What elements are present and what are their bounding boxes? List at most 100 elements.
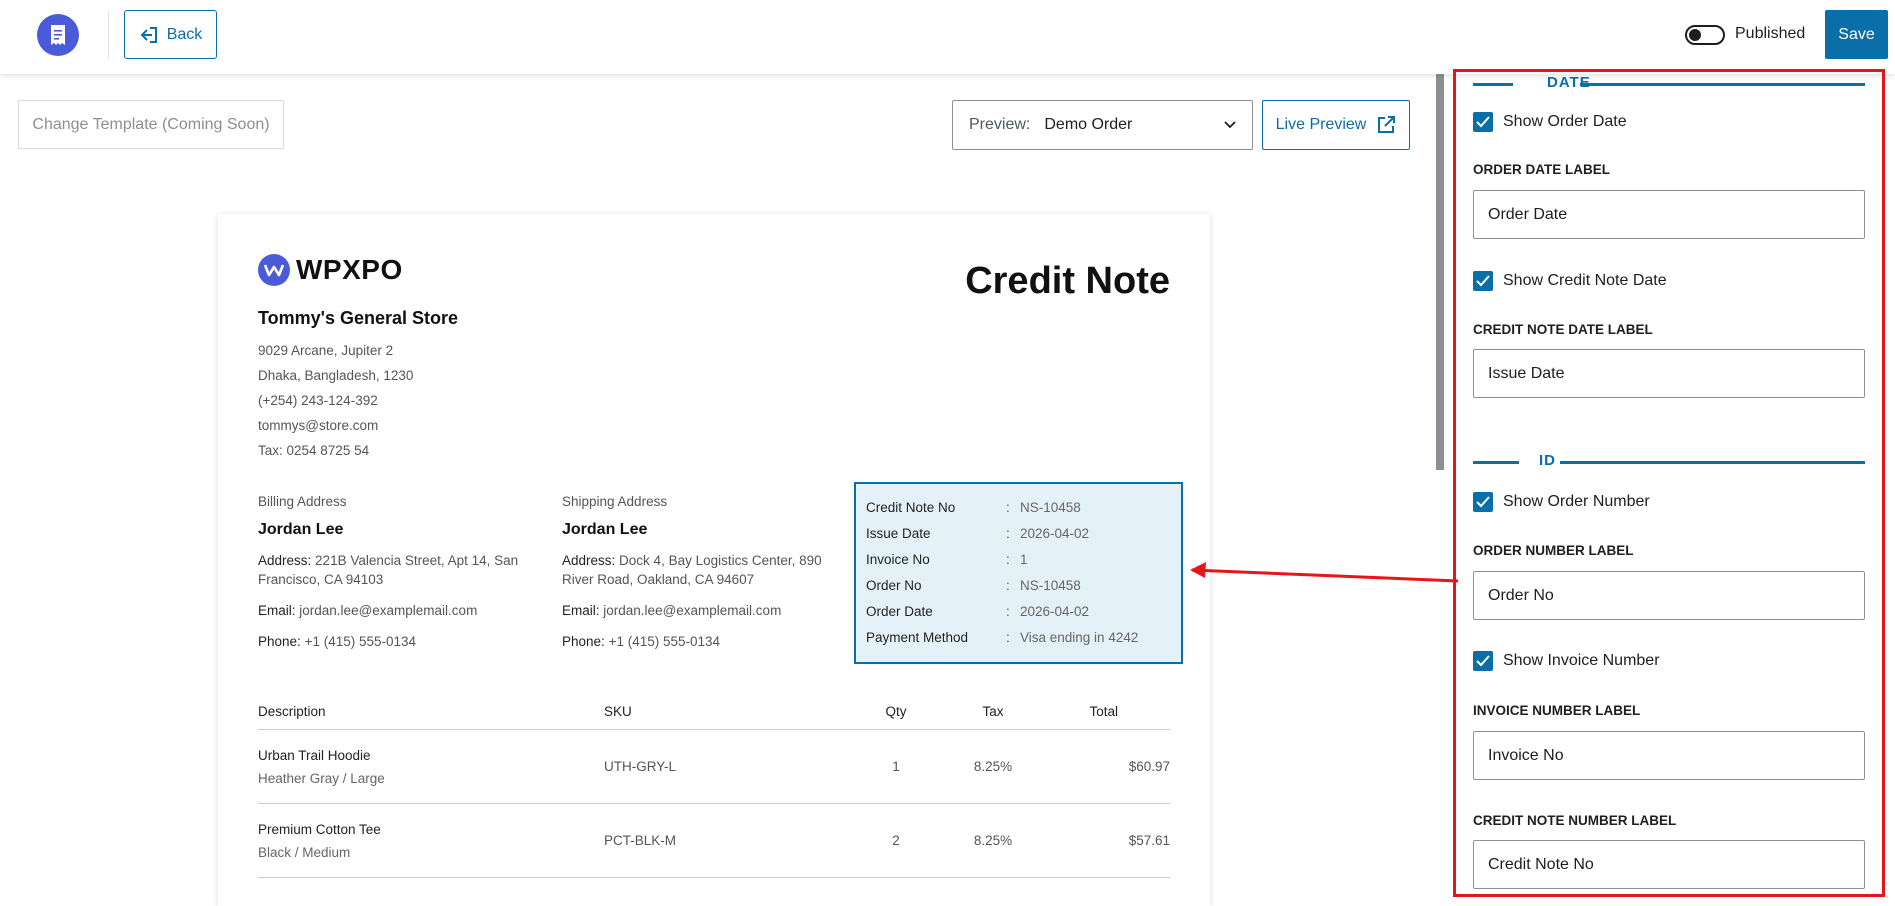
- change-template-button[interactable]: Change Template (Coming Soon): [18, 100, 284, 149]
- document-meta-box[interactable]: Credit Note No: NS-10458 Issue Date:2026-…: [854, 482, 1183, 664]
- email-value: jordan.lee@examplemail.com: [603, 603, 782, 618]
- brand-name: WPXPO: [296, 254, 403, 285]
- heading-line: [1473, 461, 1519, 464]
- phone-value: +1 (415) 555-0134: [304, 634, 417, 649]
- item-sku: PCT-BLK-M: [604, 833, 677, 848]
- back-arrow-icon: [140, 26, 157, 43]
- meta-key: Order No: [866, 577, 922, 593]
- item-description: Premium Cotton Tee Black / Medium: [258, 822, 604, 860]
- credit-note-date-label-title: CREDIT NOTE DATE LABEL: [1473, 322, 1653, 337]
- meta-key: Issue Date: [866, 525, 931, 541]
- top-bar: Back Published Save: [0, 0, 1895, 74]
- save-button[interactable]: Save: [1825, 10, 1888, 59]
- checkbox-checked-icon[interactable]: [1473, 651, 1493, 671]
- shipping-email-line: Email: jordan.lee@examplemail.com: [562, 601, 842, 620]
- shipping-address-line: Address: Dock 4, Bay Logistics Center, 8…: [562, 551, 842, 589]
- checkbox-checked-icon[interactable]: [1473, 492, 1493, 512]
- store-line: Tax: 0254 8725 54: [258, 443, 370, 458]
- canvas-scrollbar[interactable]: [1436, 74, 1444, 470]
- billing-phone-line: Phone: +1 (415) 555-0134: [258, 632, 538, 651]
- billing-address: Billing Address Jordan Lee Address: 221B…: [258, 494, 538, 651]
- item-tax: 8.25%: [973, 759, 1013, 774]
- show-order-date-checkbox[interactable]: Show Order Date: [1473, 112, 1627, 132]
- header-tax: Tax: [982, 704, 1004, 719]
- published-toggle[interactable]: [1685, 25, 1725, 45]
- billing-name: Jordan Lee: [258, 521, 344, 538]
- invoice-number-label-input[interactable]: Invoice No: [1473, 731, 1865, 780]
- checkbox-label: Show Order Date: [1503, 113, 1627, 130]
- meta-value: 1: [1020, 551, 1028, 567]
- meta-sep: :: [1006, 551, 1010, 567]
- meta-sep: :: [1006, 577, 1010, 593]
- header-sku: SKU: [604, 704, 632, 719]
- receipt-icon[interactable]: [37, 14, 79, 56]
- live-preview-button[interactable]: Live Preview: [1262, 100, 1410, 150]
- editor-canvas: Change Template (Coming Soon) Preview: D…: [0, 74, 1432, 906]
- order-date-label-title: ORDER DATE LABEL: [1473, 162, 1610, 177]
- checkbox-checked-icon[interactable]: [1473, 271, 1493, 291]
- item-name: Premium Cotton Tee: [258, 821, 381, 837]
- meta-sep: :: [1006, 499, 1010, 515]
- meta-row: Order Date:2026-04-02: [866, 598, 1171, 624]
- document-title: Credit Note: [965, 260, 1170, 302]
- credit-note-number-label-input[interactable]: Credit Note No: [1473, 840, 1865, 889]
- preview-label: Preview:: [969, 116, 1031, 133]
- item-description: Urban Trail Hoodie Heather Gray / Large: [258, 748, 604, 786]
- email-value: jordan.lee@examplemail.com: [299, 603, 478, 618]
- invoice-number-label-title: INVOICE NUMBER LABEL: [1473, 703, 1641, 718]
- items-header: Description SKU Qty Tax Total: [258, 694, 1170, 730]
- store-details: 9029 Arcane, Jupiter 2 Dhaka, Bangladesh…: [258, 338, 413, 463]
- billing-email-line: Email: jordan.lee@examplemail.com: [258, 601, 538, 620]
- order-date-label-input[interactable]: Order Date: [1473, 190, 1865, 239]
- meta-row: Issue Date:2026-04-02: [866, 520, 1171, 546]
- back-label: Back: [166, 25, 203, 43]
- preview-value: Demo Order: [1044, 116, 1133, 133]
- settings-panel: DATE Show Order Date ORDER DATE LABEL Or…: [1453, 74, 1895, 906]
- item-qty: 1: [892, 759, 900, 774]
- credit-note-document: WPXPO Credit Note Tommy's General Store …: [218, 214, 1210, 906]
- store-line: (+254) 243-124-392: [258, 393, 378, 408]
- email-label: Email:: [258, 603, 296, 618]
- show-order-number-checkbox[interactable]: Show Order Number: [1473, 492, 1650, 512]
- heading-line: [1580, 83, 1865, 86]
- phone-value: +1 (415) 555-0134: [608, 634, 721, 649]
- header-qty: Qty: [885, 704, 907, 719]
- section-title: ID: [1539, 452, 1556, 469]
- header-total: Total: [1089, 704, 1118, 719]
- credit-note-date-label-input[interactable]: Issue Date: [1473, 349, 1865, 398]
- meta-value: 2026-04-02: [1020, 603, 1090, 619]
- item-tax: 8.25%: [973, 833, 1013, 848]
- meta-key: Credit Note No: [866, 499, 956, 515]
- show-credit-note-date-checkbox[interactable]: Show Credit Note Date: [1473, 271, 1667, 291]
- item-variant: Black / Medium: [258, 844, 351, 860]
- meta-key: Payment Method: [866, 629, 969, 645]
- published-label: Published: [1735, 25, 1806, 42]
- section-heading-id: ID: [1473, 452, 1865, 472]
- divider: [108, 10, 109, 60]
- item-sku: UTH-GRY-L: [604, 759, 677, 774]
- meta-value: NS-10458: [1020, 577, 1081, 593]
- item-qty: 2: [892, 833, 900, 848]
- credit-note-number-label-title: CREDIT NOTE NUMBER LABEL: [1473, 813, 1677, 828]
- checkbox-label: Show Credit Note Date: [1503, 272, 1667, 289]
- meta-sep: :: [1006, 603, 1010, 619]
- billing-address-line: Address: 221B Valencia Street, Apt 14, S…: [258, 551, 538, 589]
- annotation-arrow: [1190, 562, 1459, 583]
- item-variant: Heather Gray / Large: [258, 770, 385, 786]
- address-label: Address:: [258, 553, 312, 568]
- checkbox-checked-icon[interactable]: [1473, 112, 1493, 132]
- item-total: $60.97: [1128, 759, 1170, 774]
- preview-select[interactable]: Preview: Demo Order: [952, 100, 1253, 150]
- back-button[interactable]: Back: [124, 10, 217, 59]
- heading-line: [1473, 83, 1513, 86]
- item-name: Urban Trail Hoodie: [258, 747, 371, 763]
- heading-line: [1560, 461, 1865, 464]
- email-label: Email:: [562, 603, 600, 618]
- section-heading-date: DATE: [1473, 74, 1865, 94]
- meta-row: Invoice No:1: [866, 546, 1171, 572]
- order-number-label-input[interactable]: Order No: [1473, 571, 1865, 620]
- live-preview-label: Live Preview: [1275, 116, 1367, 133]
- table-row: Urban Trail Hoodie Heather Gray / Large U…: [258, 730, 1170, 804]
- show-invoice-number-checkbox[interactable]: Show Invoice Number: [1473, 651, 1660, 671]
- shipping-name: Jordan Lee: [562, 521, 648, 538]
